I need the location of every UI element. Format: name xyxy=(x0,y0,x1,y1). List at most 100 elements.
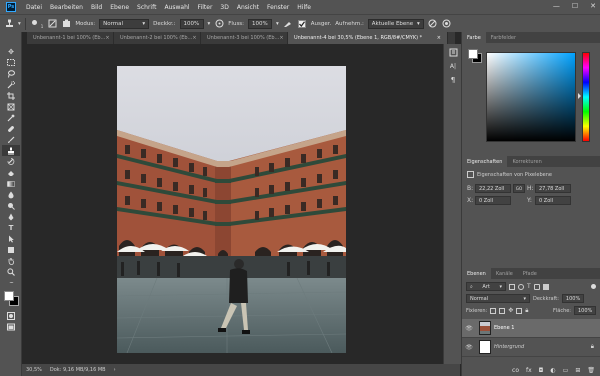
clone-stamp-tool-icon[interactable] xyxy=(2,145,20,156)
quick-mask-icon[interactable] xyxy=(2,310,20,321)
layer-name[interactable]: Ebene 1 xyxy=(494,325,514,331)
tab-pfade[interactable]: Pfade xyxy=(518,268,542,279)
rectangle-tool-icon[interactable] xyxy=(2,244,20,255)
maximize-icon[interactable]: ☐ xyxy=(572,2,578,10)
layer-name[interactable]: Hintergrund xyxy=(494,344,524,350)
eye-icon[interactable]: 👁︎ xyxy=(462,344,476,351)
type-tool-icon[interactable]: T xyxy=(2,222,20,233)
lock-all-icon[interactable]: 🔒︎ xyxy=(525,307,528,315)
screen-mode-icon[interactable] xyxy=(2,321,20,332)
chevron-down-icon[interactable]: ▾ xyxy=(276,21,279,27)
menu-schrift[interactable]: Schrift xyxy=(133,4,160,11)
foreground-color-chip[interactable] xyxy=(468,49,478,59)
lock-image-icon[interactable] xyxy=(499,307,506,314)
close-icon[interactable]: × xyxy=(105,35,109,41)
brush-tool-icon[interactable] xyxy=(2,134,20,145)
tab-eigenschaften[interactable]: Eigenschaften xyxy=(462,156,508,167)
menu-auswahl[interactable]: Auswahl xyxy=(160,4,193,11)
tab-farbfelder[interactable]: Farbfelder xyxy=(486,32,521,43)
quick-selection-tool-icon[interactable] xyxy=(2,79,20,90)
lasso-tool-icon[interactable] xyxy=(2,68,20,79)
sample-select[interactable]: Aktuelle Ebene ▾ xyxy=(367,18,424,29)
pen-tool-icon[interactable] xyxy=(2,211,20,222)
layer-row-ebene-1[interactable]: 👁︎ Ebene 1 xyxy=(462,319,600,338)
opacity-input[interactable]: 100% xyxy=(179,18,204,29)
layer-row-hintergrund[interactable]: 👁︎ Hintergrund 🔒︎ xyxy=(462,338,600,357)
pressure-size-icon[interactable] xyxy=(442,19,452,29)
marquee-tool-icon[interactable] xyxy=(2,57,20,68)
menu-bild[interactable]: Bild xyxy=(87,4,106,11)
eye-icon[interactable]: 👁︎ xyxy=(462,325,476,332)
new-layer-icon[interactable]: ⊞ xyxy=(575,367,580,374)
edit-toolbar-icon[interactable]: ··· xyxy=(2,277,20,288)
chevron-down-icon[interactable]: ▾ xyxy=(208,21,211,27)
pressure-opacity-icon[interactable] xyxy=(214,19,224,29)
layer-style-icon[interactable]: fx xyxy=(526,367,532,374)
filter-adjustment-icon[interactable] xyxy=(518,283,524,290)
adjustment-layer-icon[interactable]: ◐ xyxy=(550,367,555,374)
chevron-down-icon[interactable]: ▾ xyxy=(18,21,21,27)
frame-tool-icon[interactable] xyxy=(2,101,20,112)
blur-tool-icon[interactable] xyxy=(2,189,20,200)
width-input[interactable]: 22,22 Zoll xyxy=(475,184,511,193)
filter-type-icon[interactable]: T xyxy=(527,283,531,290)
gradient-tool-icon[interactable] xyxy=(2,178,20,189)
flow-input[interactable]: 100% xyxy=(248,18,273,29)
brush-settings-icon[interactable] xyxy=(47,19,57,29)
paragraph-panel-icon[interactable]: ¶ xyxy=(446,74,460,86)
close-icon[interactable]: × xyxy=(279,35,283,41)
menu-ebene[interactable]: Ebene xyxy=(106,4,133,11)
filter-shape-icon[interactable] xyxy=(533,283,540,290)
tab-ebenen[interactable]: Ebenen xyxy=(462,268,491,279)
history-panel-icon[interactable] xyxy=(446,46,460,58)
close-icon[interactable]: × xyxy=(437,35,441,41)
history-brush-tool-icon[interactable] xyxy=(2,156,20,167)
chevron-right-icon[interactable]: › xyxy=(114,367,116,373)
height-input[interactable]: 27,78 Zoll xyxy=(535,184,571,193)
tab-unbenannt-2[interactable]: Unbenannt-2 bei 100% (Eb... × xyxy=(114,32,201,44)
menu-ansicht[interactable]: Ansicht xyxy=(233,4,263,11)
clone-source-icon[interactable] xyxy=(61,19,71,29)
tab-kanaele[interactable]: Kanäle xyxy=(491,268,518,279)
fill-input[interactable]: 100% xyxy=(574,306,596,315)
move-tool-icon[interactable]: ✥ xyxy=(2,46,20,57)
filter-toggle-icon[interactable] xyxy=(591,284,596,289)
trash-icon[interactable]: 🗑︎ xyxy=(587,367,595,374)
hand-tool-icon[interactable] xyxy=(2,255,20,266)
menu-bearbeiten[interactable]: Bearbeiten xyxy=(46,4,87,11)
mode-select[interactable]: Normal ▾ xyxy=(99,18,150,29)
menu-filter[interactable]: Filter xyxy=(194,4,217,11)
hue-slider[interactable] xyxy=(582,52,590,142)
layer-filter-select[interactable]: ⌕ Art ▾ xyxy=(466,282,506,291)
menu-hilfe[interactable]: Hilfe xyxy=(293,4,315,11)
lock-artboard-icon[interactable] xyxy=(516,307,523,314)
add-mask-icon[interactable]: ◘ xyxy=(539,367,544,374)
tab-unbenannt-1[interactable]: Unbenannt-1 bei 100% (Eb... × xyxy=(27,32,114,44)
link-layers-icon[interactable]: co xyxy=(512,367,519,374)
link-dimensions-toggle[interactable]: GO xyxy=(513,184,525,193)
brush-preset-icon[interactable] xyxy=(30,19,40,29)
color-picker-field[interactable] xyxy=(486,52,576,142)
hue-slider-handle[interactable] xyxy=(578,93,581,99)
tab-farbe[interactable]: Farbe xyxy=(462,32,486,43)
airbrush-icon[interactable] xyxy=(283,19,293,29)
color-swatches[interactable] xyxy=(3,290,19,308)
close-icon[interactable]: × xyxy=(192,35,196,41)
dodge-tool-icon[interactable] xyxy=(2,200,20,211)
filter-smart-object-icon[interactable] xyxy=(542,283,549,290)
foreground-color-swatch[interactable] xyxy=(4,291,14,301)
x-input[interactable]: 0 Zoll xyxy=(475,196,511,205)
y-input[interactable]: 0 Zoll xyxy=(535,196,571,205)
lock-transparent-icon[interactable] xyxy=(490,307,497,314)
crop-tool-icon[interactable] xyxy=(2,90,20,101)
tab-unbenannt-3[interactable]: Unbenannt-3 bei 100% (Eb... × xyxy=(201,32,288,44)
menu-fenster[interactable]: Fenster xyxy=(263,4,293,11)
eyedropper-tool-icon[interactable] xyxy=(2,112,20,123)
eraser-tool-icon[interactable] xyxy=(2,167,20,178)
minimize-icon[interactable]: — xyxy=(553,2,560,10)
filter-pixel-icon[interactable] xyxy=(509,283,515,290)
path-selection-tool-icon[interactable] xyxy=(2,233,20,244)
tab-unbenannt-4[interactable]: Unbenannt-4 bei 30,5% (Ebene 1, RGB/8#/C… xyxy=(288,32,448,44)
aligned-checkbox[interactable] xyxy=(297,19,307,29)
healing-brush-tool-icon[interactable] xyxy=(2,123,20,134)
